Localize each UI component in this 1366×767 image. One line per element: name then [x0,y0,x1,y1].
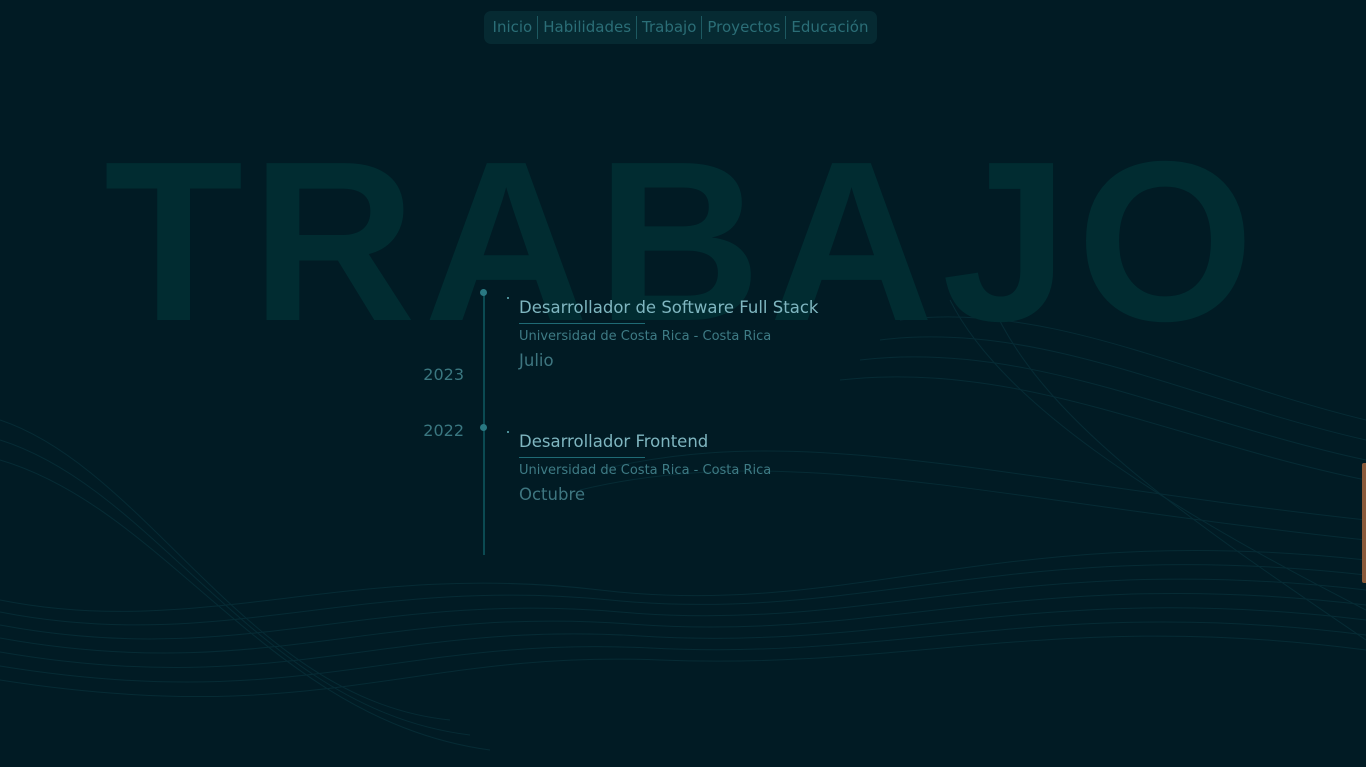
job-month: Julio [519,351,554,370]
nav-item-educacion[interactable]: Educación [786,16,873,39]
nav-item-inicio[interactable]: Inicio [488,16,538,39]
nav-item-proyectos[interactable]: Proyectos [702,16,785,39]
scroll-indicator[interactable] [1362,463,1366,583]
timeline-dot [480,424,487,431]
job-title: Desarrollador de Software Full Stack [519,298,819,317]
top-navbar: Inicio Habilidades Trabajo Proyectos Edu… [484,11,877,44]
section-background-title: TRABAJO [103,115,1263,369]
job-title: Desarrollador Frontend [519,432,709,451]
timeline-year: 2023 [423,365,464,384]
timeline-year: 2022 [423,421,464,440]
job-month: Octubre [519,485,586,504]
job-company: Universidad de Costa Rica - Costa Rica [519,329,772,344]
timeline-tick [507,297,509,299]
job-title-underline [519,323,645,324]
nav-item-habilidades[interactable]: Habilidades [538,16,636,39]
page: Inicio Habilidades Trabajo Proyectos Edu… [0,0,1366,767]
timeline-dot [480,289,487,296]
job-title-underline [519,457,645,458]
timeline-tick [507,431,509,433]
job-company: Universidad de Costa Rica - Costa Rica [519,463,772,478]
nav-item-trabajo[interactable]: Trabajo [637,16,701,39]
